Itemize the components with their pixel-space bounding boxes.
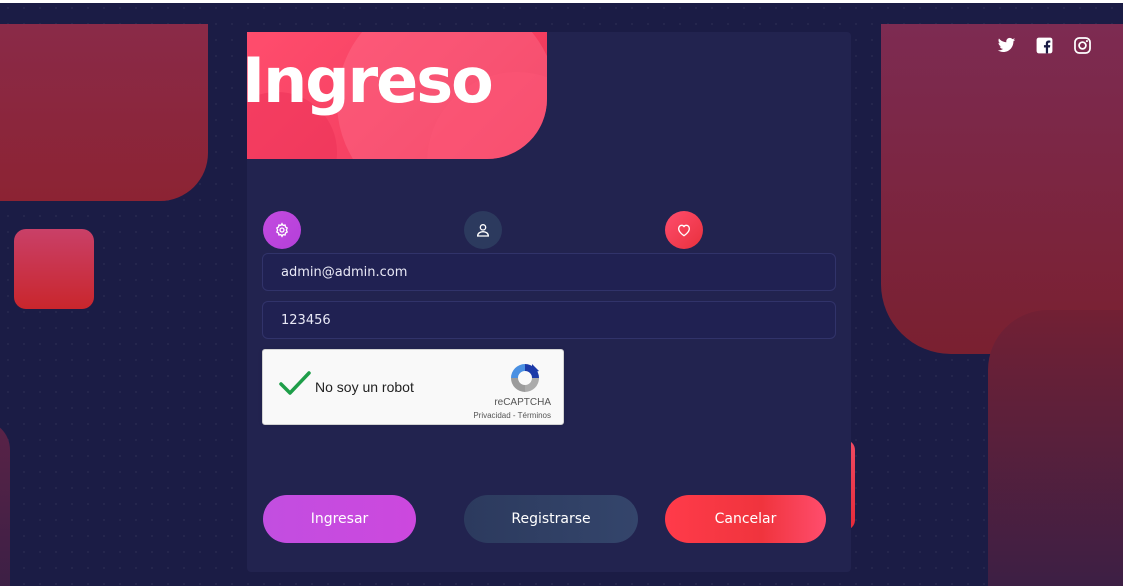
top-border xyxy=(0,0,1123,3)
social-links xyxy=(997,36,1092,55)
link-separator: - xyxy=(510,411,518,420)
user-icon xyxy=(476,224,490,237)
background-shape xyxy=(14,229,94,309)
background-shape xyxy=(988,310,1123,586)
title-banner: Ingreso xyxy=(247,32,547,159)
background-shape xyxy=(881,24,1123,354)
twitter-icon[interactable] xyxy=(997,36,1016,55)
tab-user[interactable] xyxy=(464,211,502,249)
recaptcha-widget: No soy un robot reCAPTCHA Privacidad - T… xyxy=(262,349,564,425)
heart-icon xyxy=(678,224,690,237)
gear-icon xyxy=(275,222,289,238)
recaptcha-logo-icon xyxy=(511,364,539,392)
cancel-button[interactable]: Cancelar xyxy=(665,495,826,543)
facebook-icon[interactable] xyxy=(1035,36,1054,55)
tab-favorites[interactable] xyxy=(665,211,703,249)
password-field[interactable] xyxy=(262,301,836,339)
privacy-link[interactable]: Privacidad xyxy=(473,411,510,420)
background-shape xyxy=(0,420,10,586)
login-panel: Ingreso No soy un robot reCAPTCH xyxy=(247,32,851,572)
background-shape xyxy=(0,24,208,201)
captcha-links: Privacidad - Términos xyxy=(473,411,551,420)
login-button[interactable]: Ingresar xyxy=(263,495,416,543)
terms-link[interactable]: Términos xyxy=(518,411,551,420)
captcha-brand: reCAPTCHA xyxy=(494,397,551,408)
page-title: Ingreso xyxy=(247,44,494,117)
captcha-label: No soy un robot xyxy=(315,379,414,395)
email-field[interactable] xyxy=(262,253,836,291)
register-button[interactable]: Registrarse xyxy=(464,495,638,543)
instagram-icon[interactable] xyxy=(1073,36,1092,55)
checkmark-icon[interactable] xyxy=(279,370,311,396)
tab-settings[interactable] xyxy=(263,211,301,249)
